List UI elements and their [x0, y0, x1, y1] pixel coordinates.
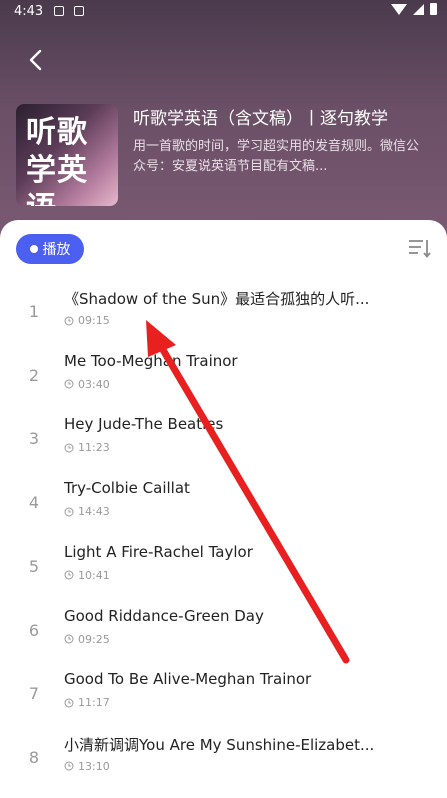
clock-icon — [64, 379, 74, 389]
cellular-icon — [413, 3, 424, 15]
track-list-panel: 播放 1 《Shadow of the Sun》最适合孤独的人听... 09:15 2… — [0, 220, 447, 796]
track-index: 7 — [28, 684, 40, 704]
track-index: 2 — [28, 365, 40, 385]
back-button[interactable] — [20, 44, 52, 76]
track-title: Hey Jude-The Beatles — [64, 415, 224, 434]
track-row[interactable]: 6 Good Riddance-Green Day 09:25 — [0, 607, 447, 671]
clock-icon — [64, 698, 74, 708]
track-index: 4 — [28, 493, 40, 513]
clock-icon — [64, 570, 74, 580]
cover-text-line2: 学英语 — [26, 153, 88, 206]
play-button-label: 播放 — [42, 242, 71, 258]
track-row[interactable]: 3 Hey Jude-The Beatles 11:23 — [0, 415, 447, 479]
clock-icon — [64, 761, 74, 771]
album-cover-text: 听歌 学英语 — [26, 114, 118, 206]
track-title: 小清新调调You Are My Sunshine-Elizabet... — [64, 735, 375, 754]
clock-icon — [64, 507, 74, 517]
track-duration-text: 11:23 — [78, 441, 110, 455]
track-row[interactable]: 7 Good To Be Alive-Meghan Trainor 11:17 — [0, 670, 447, 734]
track-duration-text: 11:17 — [78, 696, 110, 710]
battery-icon — [430, 3, 437, 15]
wifi-icon — [391, 3, 407, 15]
notification-a-icon — [54, 6, 64, 16]
play-button[interactable]: 播放 — [16, 234, 84, 264]
play-icon — [29, 245, 38, 253]
chevron-left-icon — [29, 49, 42, 71]
track-row[interactable]: 8 小清新调调You Are My Sunshine-Elizabet... 13:… — [0, 734, 447, 798]
track-duration: 10:41 — [64, 569, 110, 582]
track-duration-text: 14:43 — [78, 505, 110, 519]
track-duration: 09:25 — [64, 633, 110, 646]
track-title: 《Shadow of the Sun》最适合孤独的人听... — [64, 290, 370, 308]
sort-icon — [409, 240, 431, 258]
track-row[interactable]: 1 《Shadow of the Sun》最适合孤独的人听... 09:15 — [0, 288, 447, 352]
track-index: 1 — [28, 302, 40, 321]
status-time: 4:43 — [14, 4, 44, 19]
track-title: Try-Colbie Caillat — [64, 479, 190, 498]
track-duration-text: 13:10 — [78, 759, 110, 773]
track-index: 8 — [28, 747, 40, 767]
cover-text-line1: 听歌 — [26, 115, 88, 150]
album-header: 4:43 听歌 学英语 听歌学英语（含文稿）丨逐句教学 用一首歌的时间，学习超实… — [0, 0, 447, 240]
track-duration: 11:17 — [64, 696, 110, 709]
track-duration: 14:43 — [64, 505, 110, 518]
track-duration: 03:40 — [64, 378, 110, 391]
track-row[interactable]: 4 Try-Colbie Caillat 14:43 — [0, 479, 447, 543]
track-title: Good Riddance-Green Day — [64, 606, 264, 625]
track-title: Me Too-Meghan Trainor — [64, 351, 238, 370]
track-title: Good To Be Alive-Meghan Trainor — [64, 670, 312, 689]
clock-icon — [64, 316, 74, 325]
notification-k-icon — [74, 6, 84, 16]
track-duration: 09:15 — [64, 314, 110, 327]
track-row[interactable]: 2 Me Too-Meghan Trainor 03:40 — [0, 352, 447, 416]
album-cover: 听歌 学英语 — [16, 104, 118, 206]
album-title: 听歌学英语（含文稿）丨逐句教学 — [133, 109, 388, 129]
track-duration-text: 09:25 — [78, 632, 110, 646]
track-row[interactable]: 5 Light A Fire-Rachel Taylor 10:41 — [0, 543, 447, 607]
sort-button[interactable] — [407, 236, 431, 260]
track-duration-text: 10:41 — [78, 568, 110, 582]
track-index: 5 — [28, 556, 40, 576]
clock-icon — [64, 634, 74, 644]
track-duration: 11:23 — [64, 441, 110, 454]
track-index: 6 — [28, 620, 40, 640]
track-duration-text: 09:15 — [78, 314, 110, 327]
status-bar: 4:43 — [0, 0, 447, 24]
track-title: Light A Fire-Rachel Taylor — [64, 542, 253, 561]
album-description: 用一首歌的时间，学习超实用的发音规则。微信公众号：安夏说英语节目配有文稿... — [133, 139, 420, 174]
track-index: 3 — [28, 429, 40, 449]
clock-icon — [64, 443, 74, 453]
track-duration-text: 03:40 — [78, 377, 110, 391]
track-duration: 13:10 — [64, 760, 110, 773]
status-icons — [391, 3, 437, 15]
